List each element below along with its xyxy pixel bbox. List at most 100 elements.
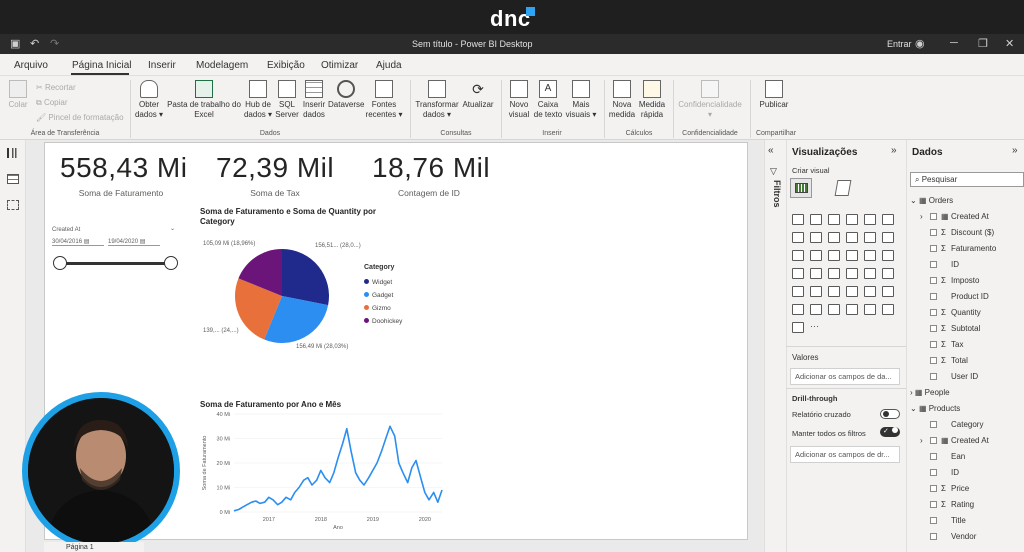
format-painter-button[interactable]: 🖌 Pincel de formatação [36,113,124,123]
field-checkbox[interactable] [930,341,937,348]
funnel-visual-icon[interactable] [810,250,822,261]
line-visual-icon[interactable] [792,232,804,243]
area-visual-icon[interactable] [810,232,822,243]
field-item[interactable]: Σ Total [920,356,968,365]
table-visual-icon[interactable] [810,286,822,297]
more-visuals-button[interactable]: Mais visuais ▾ [563,80,599,120]
get-data-button[interactable]: Obter dados ▾ [134,80,164,120]
r-visual-visual-icon[interactable] [846,286,858,297]
field-checkbox[interactable] [930,261,937,268]
data-hub-button[interactable]: Hub de dados ▾ [242,80,274,120]
slicer-visual-icon[interactable] [792,286,804,297]
field-checkbox[interactable] [930,421,937,428]
cut-button[interactable]: ✂ Recortar [36,83,76,93]
field-checkbox[interactable] [930,357,937,364]
field-item[interactable]: Title [920,516,966,525]
copy-button[interactable]: ⧉ Copiar [36,98,68,108]
waterfall-visual-icon[interactable] [792,250,804,261]
pie-legend-item[interactable]: Gizmo [364,302,402,315]
paginated-visual-icon[interactable] [846,304,858,315]
field-item[interactable]: Vendor [920,532,976,541]
field-item[interactable]: Σ Subtotal [920,324,980,333]
slicer-handle-start[interactable] [53,256,67,270]
keep-filters-toggle[interactable]: ✓ [880,427,900,437]
map-visual-icon[interactable] [792,268,804,279]
field-checkbox[interactable] [930,485,937,492]
data-expand-icon[interactable]: » [1012,145,1018,156]
viz-expand-icon[interactable]: » [891,145,897,156]
100-bar-visual-icon[interactable] [864,214,876,225]
drill-through-well[interactable]: Adicionar os campos de dr... [790,446,900,463]
pie-legend-item[interactable]: Doohickey [364,315,402,328]
qa-visual-icon[interactable] [810,304,822,315]
multi-card-visual-icon[interactable] [864,268,876,279]
model-view-icon[interactable] [7,200,19,210]
gauge-visual-icon[interactable] [828,268,840,279]
publish-button[interactable]: Publicar [756,80,792,110]
clustered-bar-visual-icon[interactable] [828,214,840,225]
ribbon-visual-icon[interactable] [882,232,894,243]
apps-visual-icon[interactable] [882,304,894,315]
treemap-visual-icon[interactable] [882,250,894,261]
field-item[interactable]: Category [920,420,983,429]
more-visual-icon[interactable]: ··· [810,322,822,333]
field-item[interactable]: Σ Price [920,484,969,493]
pie-slice-widget[interactable] [282,249,329,306]
field-checkbox[interactable] [930,293,937,300]
pie-legend-item[interactable]: Widget [364,276,402,289]
field-item[interactable]: Σ Faturamento [920,244,996,253]
recent-sources-button[interactable]: Fontes recentes ▾ [364,80,404,120]
field-item[interactable]: Σ Quantity [920,308,981,317]
filters-pane-label[interactable]: Filtros [768,180,782,240]
table-orders[interactable]: ⌄ ▦ Orders [910,196,953,205]
refresh-button[interactable]: ⟳ Atualizar [460,80,496,110]
line-column-visual-icon[interactable] [846,232,858,243]
field-item[interactable]: ID [920,468,959,477]
menu-ajuda[interactable]: Ajuda [376,60,402,71]
menu-pagina-inicial[interactable]: Página Inicial [72,60,131,71]
field-item[interactable]: › ▦ Created At [920,212,989,221]
stacked-bar-visual-icon[interactable] [792,214,804,225]
python-visual-visual-icon[interactable] [864,286,876,297]
donut-visual-icon[interactable] [864,250,876,261]
format-visual-icon[interactable] [834,180,852,196]
kpi-visual-icon[interactable] [882,268,894,279]
field-checkbox[interactable] [930,245,937,252]
pie-legend-item[interactable]: Gadget [364,289,402,302]
field-checkbox[interactable] [930,277,937,284]
slicer-from-input[interactable]: 30/04/2016 ▤ [52,238,104,246]
table-products[interactable]: ⌄ ▦ Products [910,404,960,413]
field-checkbox[interactable] [930,373,937,380]
field-checkbox[interactable] [930,325,937,332]
cross-report-toggle[interactable] [880,409,900,419]
field-item[interactable]: Ean [920,452,965,461]
chevron-down-icon[interactable]: ⌄ [910,196,919,205]
matrix-visual-icon[interactable] [828,286,840,297]
menu-exibicao[interactable]: Exibição [267,60,305,71]
menu-modelagem[interactable]: Modelagem [196,60,248,71]
line-series-faturamento[interactable] [233,425,443,512]
minimize-icon[interactable]: ─ [950,37,958,49]
clustered-column-visual-icon[interactable] [846,214,858,225]
report-view-icon[interactable] [7,148,19,158]
sign-in-button[interactable]: Entrar [887,39,912,49]
key-influencers-visual-icon[interactable] [882,286,894,297]
excel-workbook-button[interactable]: Pasta de trabalho do Excel [166,80,242,120]
dataverse-button[interactable]: Dataverse [328,80,364,110]
account-icon[interactable]: ◉ [915,37,925,50]
field-checkbox[interactable] [930,517,937,524]
smart-narrative-visual-icon[interactable] [828,304,840,315]
field-checkbox[interactable] [930,229,937,236]
100-column-visual-icon[interactable] [882,214,894,225]
redo-icon[interactable]: ↷ [50,37,59,50]
scatter-visual-icon[interactable] [828,250,840,261]
card-visual-icon[interactable] [846,268,858,279]
field-checkbox[interactable] [930,213,937,220]
page-tab-1[interactable]: Página 1 [66,544,94,551]
values-well[interactable]: Adicionar os campos de da... [790,368,900,385]
metrics-visual-icon[interactable] [864,304,876,315]
table-people[interactable]: › ▦ People [910,388,950,397]
menu-inserir[interactable]: Inserir [148,60,176,71]
undo-icon[interactable]: ↶ [30,37,39,50]
quick-measure-button[interactable]: Medida rápida [636,80,668,120]
